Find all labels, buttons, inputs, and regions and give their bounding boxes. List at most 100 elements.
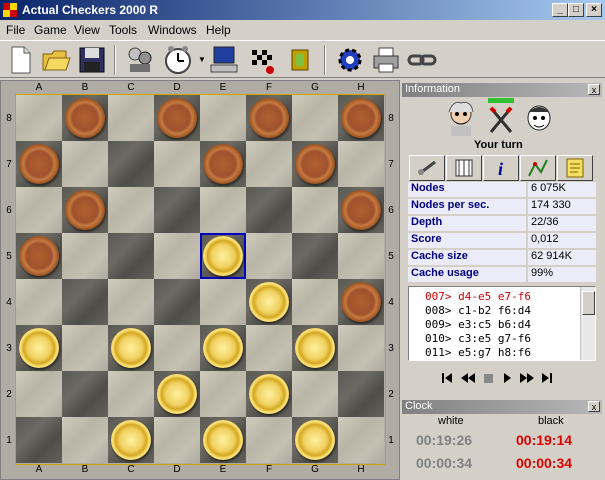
white-checker-f2[interactable] — [249, 374, 289, 414]
minimize-button[interactable]: _ — [552, 3, 568, 17]
graph-tab[interactable] — [520, 155, 556, 181]
square-a4[interactable] — [16, 279, 62, 325]
square-g6[interactable] — [292, 187, 338, 233]
list-item[interactable]: 007> d4-e5 e7-f6 — [425, 290, 531, 303]
menu-view[interactable]: View — [74, 23, 100, 37]
square-b2[interactable] — [62, 371, 108, 417]
square-d1[interactable] — [154, 417, 200, 463]
information-close-icon[interactable]: x — [588, 84, 600, 95]
menu-game[interactable]: Game — [34, 23, 67, 37]
square-a6[interactable] — [16, 187, 62, 233]
square-f1[interactable] — [246, 417, 292, 463]
clock-icon[interactable] — [162, 44, 194, 76]
stop-icon[interactable] — [484, 374, 493, 383]
black-checker-b6[interactable] — [65, 190, 105, 230]
black-checker-d8[interactable] — [157, 98, 197, 138]
white-checker-e1[interactable] — [203, 420, 243, 460]
square-d5[interactable] — [154, 233, 200, 279]
computer-icon[interactable] — [208, 44, 240, 76]
square-b4[interactable] — [62, 279, 108, 325]
square-d3[interactable] — [154, 325, 200, 371]
checkered-flag-icon[interactable] — [246, 44, 278, 76]
square-c8[interactable] — [108, 95, 154, 141]
principal-variation-list[interactable]: 007> d4-e5 e7-f6 008> c1-b2 f6:d4 009> e… — [408, 286, 596, 361]
square-g5[interactable] — [292, 233, 338, 279]
square-d7[interactable] — [154, 141, 200, 187]
black-checker-h4[interactable] — [341, 282, 381, 322]
previous-move-icon[interactable] — [461, 373, 475, 383]
printer-icon[interactable] — [370, 44, 402, 76]
white-checker-f4[interactable] — [249, 282, 289, 322]
black-checker-a7[interactable] — [19, 144, 59, 184]
link-icon[interactable] — [406, 44, 438, 76]
square-e8[interactable] — [200, 95, 246, 141]
close-button[interactable]: × — [586, 3, 602, 17]
next-move-icon[interactable] — [504, 373, 511, 383]
square-b7[interactable] — [62, 141, 108, 187]
settings-gear-icon[interactable] — [334, 44, 366, 76]
book-tab[interactable] — [446, 155, 482, 181]
black-checker-a5[interactable] — [19, 236, 59, 276]
menu-help[interactable]: Help — [206, 23, 231, 37]
menu-tools[interactable]: Tools — [109, 23, 137, 37]
menu-windows[interactable]: Windows — [148, 23, 197, 37]
square-c5[interactable] — [108, 233, 154, 279]
white-checker-c1[interactable] — [111, 420, 151, 460]
square-d4[interactable] — [154, 279, 200, 325]
square-c2[interactable] — [108, 371, 154, 417]
black-checker-f8[interactable] — [249, 98, 289, 138]
square-a1[interactable] — [16, 417, 62, 463]
black-checker-h6[interactable] — [341, 190, 381, 230]
fast-forward-icon[interactable] — [520, 373, 534, 383]
pieces-icon[interactable] — [284, 44, 316, 76]
square-h1[interactable] — [338, 417, 384, 463]
menu-file[interactable]: File — [6, 23, 25, 37]
square-a8[interactable] — [16, 95, 62, 141]
square-g2[interactable] — [292, 371, 338, 417]
square-e6[interactable] — [200, 187, 246, 233]
square-b1[interactable] — [62, 417, 108, 463]
square-c7[interactable] — [108, 141, 154, 187]
white-checker-g1[interactable] — [295, 420, 335, 460]
analysis-tab[interactable] — [409, 155, 445, 181]
notes-tab[interactable] — [557, 155, 593, 181]
square-c6[interactable] — [108, 187, 154, 233]
square-f7[interactable] — [246, 141, 292, 187]
white-checker-d2[interactable] — [157, 374, 197, 414]
black-checker-e7[interactable] — [203, 144, 243, 184]
square-e4[interactable] — [200, 279, 246, 325]
white-checker-c3[interactable] — [111, 328, 151, 368]
list-item[interactable]: 011> e5:g7 h8:f6 — [425, 346, 531, 359]
checkers-board[interactable] — [15, 94, 386, 465]
square-f5[interactable] — [246, 233, 292, 279]
save-icon[interactable] — [76, 44, 108, 76]
list-item[interactable]: 010> c3:e5 g7-f6 — [425, 332, 531, 345]
square-h7[interactable] — [338, 141, 384, 187]
players-icon[interactable] — [124, 44, 156, 76]
square-g4[interactable] — [292, 279, 338, 325]
square-b5[interactable] — [62, 233, 108, 279]
info-tab[interactable]: i — [483, 155, 519, 181]
white-checker-e3[interactable] — [203, 328, 243, 368]
list-item[interactable]: 008> c1-b2 f6:d4 — [425, 304, 531, 317]
square-c4[interactable] — [108, 279, 154, 325]
black-checker-g7[interactable] — [295, 144, 335, 184]
scrollbar[interactable] — [580, 287, 595, 360]
open-folder-icon[interactable] — [40, 44, 72, 76]
square-b3[interactable] — [62, 325, 108, 371]
last-move-icon[interactable] — [542, 373, 552, 383]
square-f6[interactable] — [246, 187, 292, 233]
square-f3[interactable] — [246, 325, 292, 371]
clock-dropdown-icon[interactable]: ▼ — [198, 55, 206, 64]
black-checker-b8[interactable] — [65, 98, 105, 138]
new-game-icon[interactable] — [4, 44, 36, 76]
scrollbar-thumb[interactable] — [582, 291, 595, 315]
black-checker-h8[interactable] — [341, 98, 381, 138]
white-checker-a3[interactable] — [19, 328, 59, 368]
list-item[interactable]: 009> e3:c5 b6:d4 — [425, 318, 531, 331]
square-h3[interactable] — [338, 325, 384, 371]
square-g8[interactable] — [292, 95, 338, 141]
white-checker-e5[interactable] — [203, 236, 243, 276]
white-checker-g3[interactable] — [295, 328, 335, 368]
square-a2[interactable] — [16, 371, 62, 417]
